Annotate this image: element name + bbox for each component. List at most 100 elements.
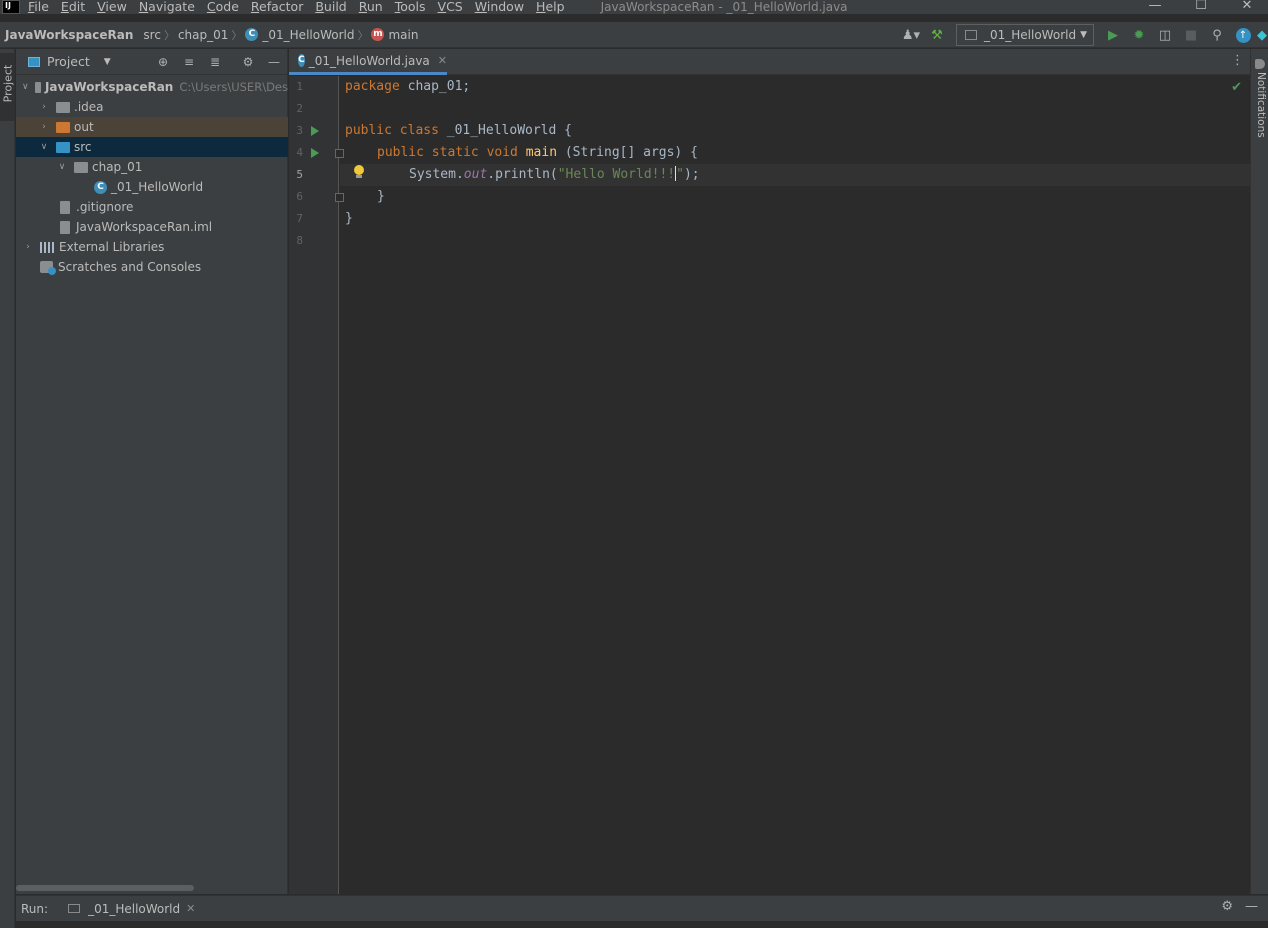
folder-icon: [56, 101, 70, 113]
file-icon: [60, 200, 70, 214]
checkmark-icon: ✔: [1231, 80, 1242, 95]
lightbulb-icon[interactable]: [353, 165, 365, 179]
expand-all-icon[interactable]: ≡: [180, 53, 198, 71]
menu-tools[interactable]: Tools: [389, 0, 432, 14]
breadcrumb-src[interactable]: src: [143, 28, 161, 42]
code-line-6: }: [377, 189, 385, 204]
minimize-button[interactable]: —: [1132, 0, 1178, 14]
tree-item-package[interactable]: ∨ chap_01: [16, 157, 288, 177]
left-tool-strip: Project: [0, 49, 15, 928]
horizontal-scrollbar[interactable]: [16, 885, 194, 891]
chevron-right-icon[interactable]: ›: [22, 242, 34, 252]
menu-view[interactable]: View: [91, 0, 133, 14]
hide-icon[interactable]: —: [1245, 899, 1258, 914]
chevron-down-icon[interactable]: ∨: [22, 82, 29, 92]
notifications-tool-tab[interactable]: Notifications: [1255, 72, 1267, 138]
navigation-bar: JavaWorkspaceRan src 〉 chap_01 〉 C _01_H…: [0, 22, 1268, 48]
chevron-down-icon[interactable]: ▼: [104, 57, 111, 67]
chevron-right-icon[interactable]: ›: [38, 102, 50, 112]
locate-icon[interactable]: ⊕: [154, 53, 172, 71]
method-icon: m: [371, 28, 385, 41]
tree-item-root[interactable]: ∨ JavaWorkspaceRan C:\Users\USER\Des: [16, 77, 288, 97]
breadcrumb-package[interactable]: chap_01: [178, 28, 228, 42]
chevron-down-icon[interactable]: ∨: [56, 162, 68, 172]
class-icon: C: [245, 28, 259, 41]
tree-item-src[interactable]: ∨ src: [16, 137, 288, 157]
menu-code[interactable]: Code: [201, 0, 245, 14]
run-main-icon[interactable]: [311, 148, 319, 158]
menu-vcs[interactable]: VCS: [432, 0, 469, 14]
close-icon[interactable]: ✕: [438, 54, 447, 67]
folder-excluded-icon: [56, 121, 70, 133]
search-icon[interactable]: ⚲: [1204, 24, 1230, 46]
run-configuration-select[interactable]: _01_HelloWorld ▼: [956, 24, 1094, 46]
coverage-icon[interactable]: ◫: [1152, 24, 1178, 46]
tree-item-external-libraries[interactable]: › External Libraries: [16, 237, 288, 257]
chevron-right-icon[interactable]: ›: [38, 122, 50, 132]
project-tool-tab[interactable]: Project: [0, 53, 15, 121]
maximize-button[interactable]: ☐: [1178, 0, 1224, 14]
line-number: 1: [296, 80, 303, 93]
update-icon[interactable]: ↑: [1230, 24, 1256, 46]
code-line-7: }: [345, 211, 353, 226]
window-title: JavaWorkspaceRan - _01_HelloWorld.java: [600, 0, 848, 14]
fold-icon[interactable]: [335, 193, 344, 202]
menu-build[interactable]: Build: [309, 0, 352, 14]
menu-bar: IJ File Edit View Navigate Code Refactor…: [0, 0, 1268, 14]
menu-window[interactable]: Window: [469, 0, 530, 14]
tab-hello-world-java[interactable]: C _01_HelloWorld.java ✕: [289, 49, 447, 75]
run-output-area[interactable]: [16, 921, 1268, 928]
code-editor[interactable]: 1 2 3 4 5 6 7 8 package chap_01; public …: [289, 76, 1250, 894]
menu-file[interactable]: File: [22, 0, 55, 14]
close-icon[interactable]: ✕: [186, 902, 195, 915]
code-line-1: package chap_01;: [345, 79, 471, 94]
debug-icon[interactable]: ✹: [1126, 24, 1152, 46]
stop-icon[interactable]: ■: [1178, 24, 1204, 46]
tree-item-iml[interactable]: JavaWorkspaceRan.iml: [16, 217, 288, 237]
tree-item-out[interactable]: › out: [16, 117, 288, 137]
line-number: 6: [296, 190, 303, 203]
run-class-icon[interactable]: [311, 126, 319, 136]
breadcrumb-project[interactable]: JavaWorkspaceRan: [5, 28, 133, 42]
hide-icon[interactable]: —: [265, 53, 283, 71]
gear-icon[interactable]: ⚙: [1221, 899, 1233, 914]
more-options-icon[interactable]: ⋮: [1231, 53, 1244, 68]
fold-icon[interactable]: [335, 149, 344, 158]
chevron-right-icon: 〉: [163, 28, 175, 42]
breadcrumb-class[interactable]: C _01_HelloWorld: [245, 28, 354, 42]
run-icon[interactable]: ▶: [1100, 24, 1126, 46]
module-file-icon: [60, 220, 70, 234]
tree-item-gitignore[interactable]: .gitignore: [16, 197, 288, 217]
code-line-4: public static void main (String[] args) …: [377, 145, 698, 160]
menu-navigate[interactable]: Navigate: [133, 0, 201, 14]
editor-gutter: 1 2 3 4 5 6 7 8: [289, 76, 344, 894]
tree-item-class[interactable]: C _01_HelloWorld: [16, 177, 288, 197]
menu-help[interactable]: Help: [530, 0, 571, 14]
line-number: 2: [296, 102, 303, 115]
tree-item-scratches[interactable]: Scratches and Consoles: [16, 257, 288, 277]
source-folder-icon: [56, 141, 70, 153]
user-icon[interactable]: ♟▾: [898, 24, 924, 46]
application-icon: [965, 30, 977, 40]
run-tab-hello-world[interactable]: _01_HelloWorld ✕: [68, 902, 195, 916]
breadcrumb-method[interactable]: m main: [371, 28, 418, 42]
bell-icon[interactable]: [1255, 59, 1265, 69]
run-tool-actions: ⚙ —: [1221, 899, 1258, 914]
right-tool-strip: Notifications: [1250, 49, 1268, 894]
collapse-all-icon[interactable]: ≣: [206, 53, 224, 71]
project-panel-header: Project ▼ ⊕ ≡ ≣ ⚙ —: [16, 49, 287, 75]
tree-item-idea[interactable]: › .idea: [16, 97, 288, 117]
gear-icon[interactable]: ⚙: [239, 53, 257, 71]
build-hammer-icon[interactable]: ⚒: [924, 24, 950, 46]
chevron-right-icon: 〉: [231, 28, 243, 42]
menu-edit[interactable]: Edit: [55, 0, 91, 14]
line-number: 4: [296, 146, 303, 159]
package-icon: [74, 161, 88, 173]
menu-run[interactable]: Run: [353, 0, 389, 14]
plugin-icon[interactable]: ◆: [1256, 24, 1268, 46]
chevron-down-icon[interactable]: ∨: [38, 142, 50, 152]
menu-refactor[interactable]: Refactor: [245, 0, 309, 14]
main-toolbar: ♟▾ ⚒ _01_HelloWorld ▼ ▶ ✹ ◫ ■ ⚲ ↑ ◆: [898, 22, 1268, 48]
project-view-selector[interactable]: Project: [47, 54, 90, 69]
close-button[interactable]: ✕: [1224, 0, 1268, 14]
